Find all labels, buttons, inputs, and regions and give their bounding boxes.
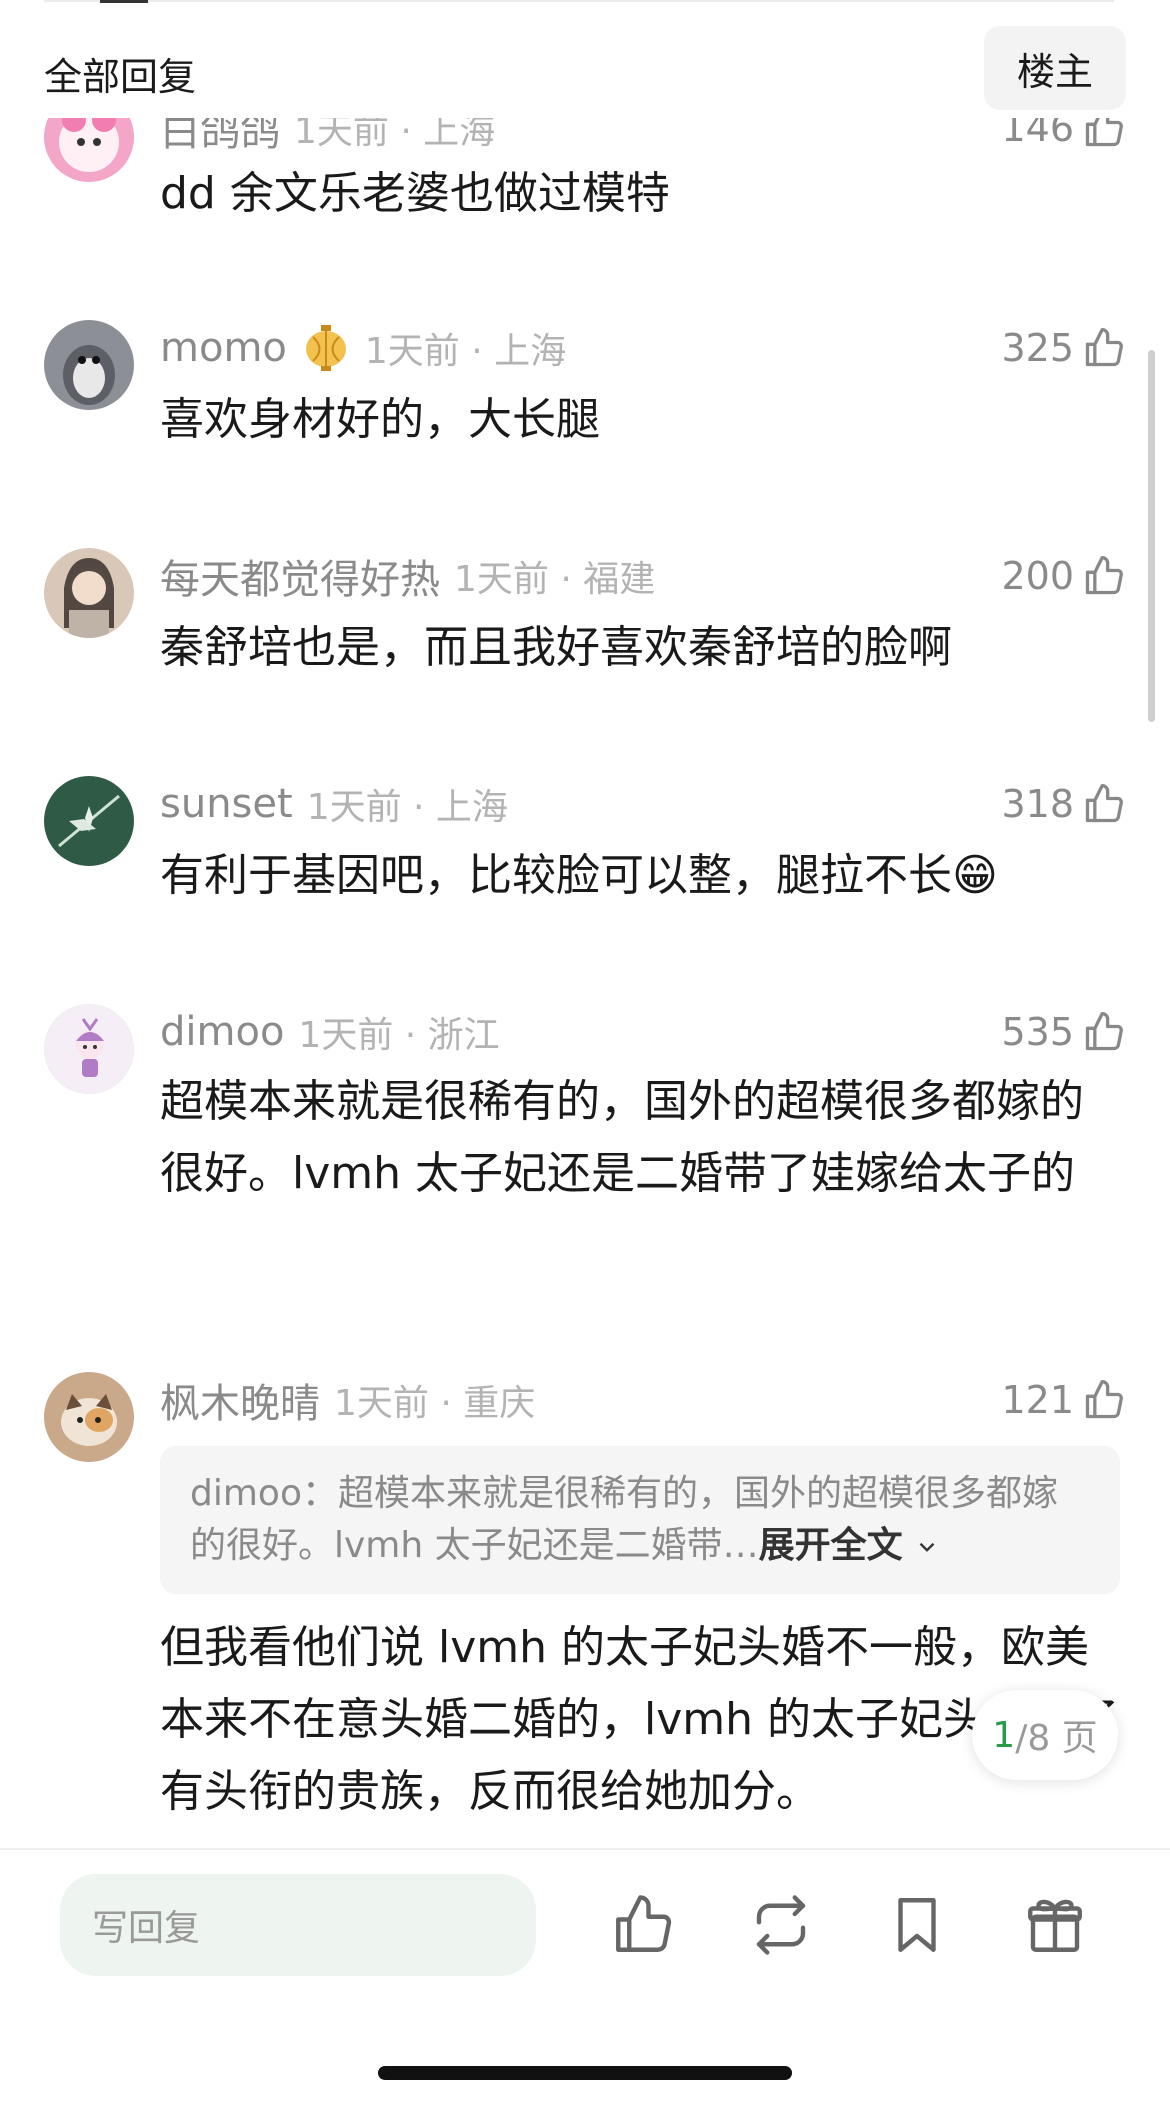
- comment-text: 有利于基因吧，比较脸可以整，腿拉不长😁: [160, 850, 998, 901]
- op-only-button[interactable]: 楼主: [984, 26, 1126, 110]
- username[interactable]: dimoo: [160, 1009, 284, 1055]
- comment-text: 秦舒培也是，而且我好喜欢秦舒培的脸啊: [160, 622, 952, 673]
- scrollbar[interactable]: [1148, 350, 1155, 722]
- like-button[interactable]: 318: [1001, 776, 1126, 832]
- comment-meta: momo 1天前 · 上海: [160, 320, 566, 376]
- bottom-action-bar: 写回复: [0, 1848, 1170, 2108]
- comment-text: dd 余文乐老婆也做过模特: [160, 168, 670, 219]
- comment-time-location: 1天前 · 重庆: [334, 1383, 536, 1424]
- thumbs-up-icon: [1085, 1012, 1123, 1051]
- like-count: 200: [1001, 554, 1074, 598]
- comment-meta: 枫木晚晴 1天前 · 重庆: [160, 1372, 535, 1428]
- thumbs-up-icon: [1085, 556, 1123, 595]
- thumbs-up-icon[interactable]: [610, 1892, 676, 1958]
- like-count: 535: [1001, 1010, 1074, 1054]
- top-divider: [44, 0, 1114, 2]
- comment-text: 超模本来就是很稀有的，国外的超模很多都嫁的很好。lvmh 太子妃还是二婚带了娃嫁…: [160, 1076, 1084, 1199]
- like-button[interactable]: 121: [1001, 1372, 1126, 1428]
- username[interactable]: sunset: [160, 781, 293, 827]
- comment-time-location: 1天前 · 上海: [306, 787, 508, 828]
- quote-author: dimoo：: [190, 1473, 338, 1514]
- total-pages: /8 页: [1015, 1718, 1098, 1759]
- comment-meta: dimoo 1天前 · 浙江: [160, 1004, 500, 1060]
- thumbs-up-icon: [1085, 784, 1123, 823]
- reply-placeholder: 写回复: [92, 1908, 201, 1949]
- comment-meta: 每天都觉得好热 1天前 · 福建: [160, 548, 655, 604]
- like-count: 325: [1001, 326, 1074, 370]
- username[interactable]: momo: [160, 325, 287, 371]
- lantern-badge-icon: [305, 325, 346, 371]
- repost-icon[interactable]: [748, 1892, 814, 1958]
- comment-time-location: 1天前 · 浙江: [298, 1015, 500, 1056]
- comment-meta: sunset 1天前 · 上海: [160, 776, 508, 832]
- comment-time-location: 1天前 · 上海: [364, 331, 567, 372]
- username[interactable]: 每天都觉得好热: [160, 547, 440, 605]
- current-page: 1: [992, 1714, 1016, 1756]
- username[interactable]: 枫木晚晴: [160, 1371, 320, 1429]
- page-indicator[interactable]: 1/8 页: [972, 1690, 1118, 1780]
- like-button[interactable]: 200: [1001, 548, 1126, 604]
- avatar[interactable]: [44, 1372, 134, 1462]
- expand-full-text-link[interactable]: 展开全文: [759, 1525, 903, 1566]
- like-button[interactable]: 535: [1001, 1004, 1126, 1060]
- like-count: 318: [1001, 782, 1074, 826]
- avatar[interactable]: [44, 548, 134, 638]
- like-button[interactable]: 325: [1001, 320, 1126, 376]
- gift-icon[interactable]: [1022, 1892, 1088, 1958]
- reply-input[interactable]: 写回复: [60, 1874, 536, 1976]
- top-tab-indicator: [100, 0, 148, 3]
- bookmark-icon[interactable]: [884, 1892, 950, 1958]
- chevron-down-icon: [919, 1542, 935, 1552]
- avatar[interactable]: [44, 1004, 134, 1094]
- thumbs-up-icon: [1085, 1380, 1123, 1419]
- all-replies-title: 全部回复: [44, 55, 197, 99]
- comment-time-location: 1天前 · 福建: [454, 559, 656, 600]
- comment-text: 喜欢身材好的，大长腿: [160, 394, 600, 445]
- like-count: 121: [1001, 1378, 1074, 1422]
- avatar[interactable]: [44, 776, 134, 866]
- thumbs-up-icon: [1085, 328, 1123, 367]
- quoted-reply[interactable]: dimoo：超模本来就是很稀有的，国外的超模很多都嫁的很好。lvmh 太子妃还是…: [160, 1446, 1120, 1594]
- replies-header: 全部回复 楼主: [0, 18, 1170, 118]
- avatar[interactable]: [44, 320, 134, 410]
- home-indicator[interactable]: [378, 2066, 792, 2080]
